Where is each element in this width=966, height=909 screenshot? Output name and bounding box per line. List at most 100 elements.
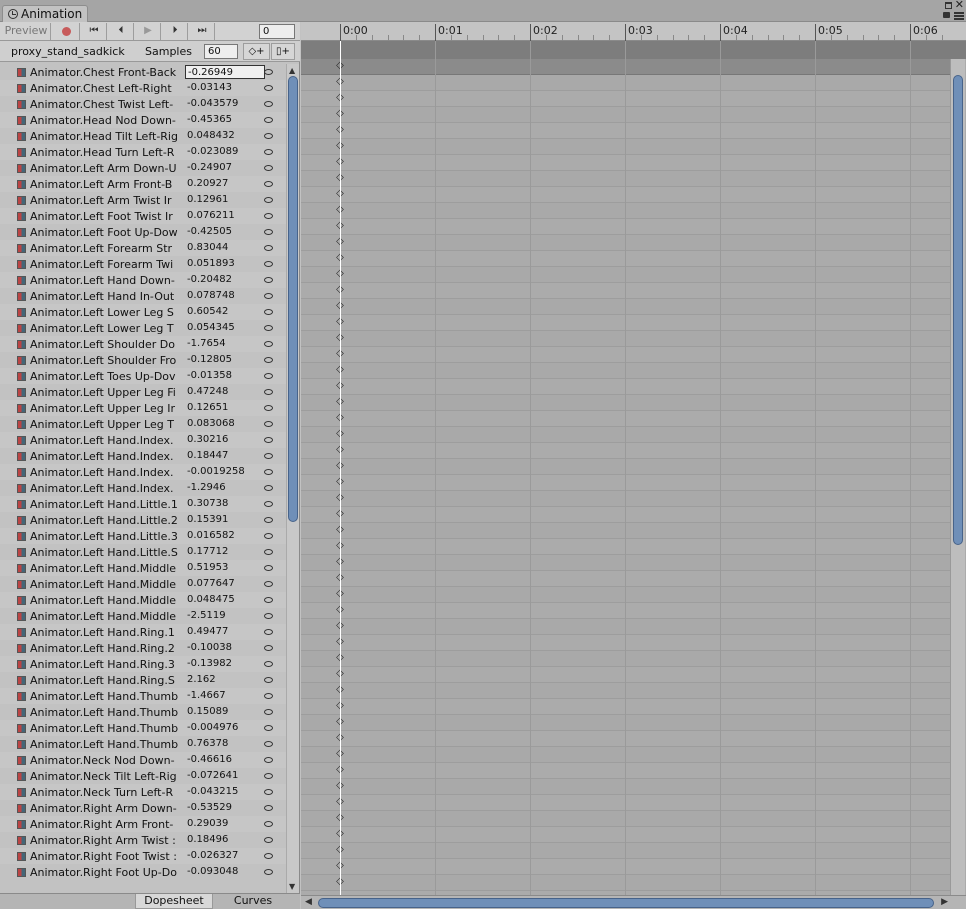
property-options-icon[interactable] bbox=[264, 645, 273, 651]
property-options-icon[interactable] bbox=[264, 469, 273, 475]
property-value-field[interactable]: -0.46616 bbox=[185, 753, 265, 767]
scrollbar-thumb[interactable] bbox=[953, 75, 963, 545]
property-row[interactable]: Animator.Left Foot Up-Dow -0.42505 bbox=[0, 224, 286, 240]
property-options-icon[interactable] bbox=[264, 613, 273, 619]
property-options-icon[interactable] bbox=[264, 261, 273, 267]
property-row[interactable]: Animator.Left Hand.Little.2 0.15391 bbox=[0, 512, 286, 528]
scrollbar-thumb[interactable] bbox=[288, 76, 298, 522]
property-row[interactable]: Animator.Left Hand.Ring.1 0.49477 bbox=[0, 624, 286, 640]
property-row[interactable]: Animator.Left Hand.Middle 0.048475 bbox=[0, 592, 286, 608]
property-row[interactable]: Animator.Left Shoulder Do -1.7654 bbox=[0, 336, 286, 352]
property-options-icon[interactable] bbox=[264, 213, 273, 219]
property-value-field[interactable]: 0.12961 bbox=[185, 193, 265, 207]
property-options-icon[interactable] bbox=[264, 421, 273, 427]
property-value-field[interactable]: 2.162 bbox=[185, 673, 265, 687]
property-value-field[interactable]: 0.18447 bbox=[185, 449, 265, 463]
property-row[interactable]: Animator.Left Upper Leg Fi 0.47248 bbox=[0, 384, 286, 400]
property-row[interactable]: Animator.Left Hand.Middle 0.51953 bbox=[0, 560, 286, 576]
property-options-icon[interactable] bbox=[264, 309, 273, 315]
property-value-field[interactable]: 0.15089 bbox=[185, 705, 265, 719]
property-options-icon[interactable] bbox=[264, 869, 273, 875]
property-options-icon[interactable] bbox=[264, 293, 273, 299]
property-value-field[interactable]: 0.078748 bbox=[185, 289, 265, 303]
property-value-field[interactable]: -0.13982 bbox=[185, 657, 265, 671]
property-row[interactable]: Animator.Left Arm Front-B 0.20927 bbox=[0, 176, 286, 192]
property-options-icon[interactable] bbox=[264, 149, 273, 155]
property-options-icon[interactable] bbox=[264, 629, 273, 635]
property-value-field[interactable]: -0.072641 bbox=[185, 769, 265, 783]
property-row[interactable]: Animator.Right Foot Up-Do -0.093048 bbox=[0, 864, 286, 880]
property-row[interactable]: Animator.Left Hand.Little.1 0.30738 bbox=[0, 496, 286, 512]
property-row[interactable]: Animator.Neck Tilt Left-Rig -0.072641 bbox=[0, 768, 286, 784]
property-options-icon[interactable] bbox=[264, 229, 273, 235]
property-value-field[interactable]: 0.083068 bbox=[185, 417, 265, 431]
property-value-field[interactable]: 0.83044 bbox=[185, 241, 265, 255]
frame-field[interactable]: 0 bbox=[259, 24, 295, 39]
property-value-field[interactable]: -0.03143 bbox=[185, 81, 265, 95]
property-row[interactable]: Animator.Left Hand.Thumb -0.004976 bbox=[0, 720, 286, 736]
time-ruler[interactable]: 0:00 0:01 0:02 0:03 0:04 0:05 0:06 bbox=[301, 22, 966, 41]
add-event-button[interactable]: ▯+ bbox=[271, 43, 295, 60]
property-row[interactable]: Animator.Left Hand.Little.3 0.016582 bbox=[0, 528, 286, 544]
property-row[interactable]: Animator.Left Hand.Middle -2.5119 bbox=[0, 608, 286, 624]
property-row[interactable]: Animator.Left Hand Down- -0.20482 bbox=[0, 272, 286, 288]
property-row[interactable]: Animator.Chest Left-Right -0.03143 bbox=[0, 80, 286, 96]
property-row[interactable]: Animator.Right Foot Twist : -0.026327 bbox=[0, 848, 286, 864]
property-options-icon[interactable] bbox=[264, 677, 273, 683]
property-options-icon[interactable] bbox=[264, 549, 273, 555]
property-options-icon[interactable] bbox=[264, 533, 273, 539]
property-row[interactable]: Animator.Left Hand In-Out 0.078748 bbox=[0, 288, 286, 304]
property-options-icon[interactable] bbox=[264, 757, 273, 763]
property-options-icon[interactable] bbox=[264, 245, 273, 251]
property-value-field[interactable]: 0.47248 bbox=[185, 385, 265, 399]
clip-selector[interactable]: proxy_stand_sadkick bbox=[11, 45, 125, 58]
property-options-icon[interactable] bbox=[264, 389, 273, 395]
property-options-icon[interactable] bbox=[264, 133, 273, 139]
property-options-icon[interactable] bbox=[264, 325, 273, 331]
property-row[interactable]: Animator.Left Hand.Ring.S 2.162 bbox=[0, 672, 286, 688]
property-options-icon[interactable] bbox=[264, 821, 273, 827]
property-row[interactable]: Animator.Left Upper Leg T 0.083068 bbox=[0, 416, 286, 432]
property-options-icon[interactable] bbox=[264, 357, 273, 363]
property-row[interactable]: Animator.Left Arm Down-U -0.24907 bbox=[0, 160, 286, 176]
property-options-icon[interactable] bbox=[264, 181, 273, 187]
property-options-icon[interactable] bbox=[264, 597, 273, 603]
property-options-icon[interactable] bbox=[264, 853, 273, 859]
property-value-field[interactable]: -0.0019258 bbox=[185, 465, 265, 479]
property-row[interactable]: Animator.Head Tilt Left-Rig 0.048432 bbox=[0, 128, 286, 144]
last-frame-button[interactable]: ⏭ bbox=[188, 23, 215, 40]
property-row[interactable]: Animator.Neck Turn Left-R -0.043215 bbox=[0, 784, 286, 800]
add-keyframe-button[interactable]: ◇+ bbox=[243, 43, 270, 60]
property-row[interactable]: Animator.Left Shoulder Fro -0.12805 bbox=[0, 352, 286, 368]
property-value-field[interactable]: 0.15391 bbox=[185, 513, 265, 527]
tab-animation[interactable]: Animation bbox=[2, 5, 88, 23]
property-options-icon[interactable] bbox=[264, 165, 273, 171]
property-value-field[interactable]: 0.30738 bbox=[185, 497, 265, 511]
property-options-icon[interactable] bbox=[264, 581, 273, 587]
property-options-icon[interactable] bbox=[264, 789, 273, 795]
property-value-field[interactable]: 0.051893 bbox=[185, 257, 265, 271]
property-row[interactable]: Animator.Left Hand.Thumb 0.76378 bbox=[0, 736, 286, 752]
scroll-left-icon[interactable]: ◀ bbox=[305, 897, 312, 907]
property-options-icon[interactable] bbox=[264, 405, 273, 411]
property-value-field[interactable]: -0.01358 bbox=[185, 369, 265, 383]
property-options-icon[interactable] bbox=[264, 117, 273, 123]
property-options-icon[interactable] bbox=[264, 373, 273, 379]
property-row[interactable]: Animator.Left Lower Leg T 0.054345 bbox=[0, 320, 286, 336]
property-value-field[interactable]: -0.004976 bbox=[185, 721, 265, 735]
property-value-field[interactable]: -0.093048 bbox=[185, 865, 265, 879]
record-button[interactable] bbox=[52, 23, 80, 40]
lock-icon[interactable] bbox=[943, 12, 950, 18]
property-row[interactable]: Animator.Chest Twist Left- -0.043579 bbox=[0, 96, 286, 112]
property-options-icon[interactable] bbox=[264, 453, 273, 459]
samples-field[interactable]: 60 bbox=[204, 44, 238, 59]
property-options-icon[interactable] bbox=[264, 69, 273, 75]
property-row[interactable]: Animator.Left Hand.Ring.3 -0.13982 bbox=[0, 656, 286, 672]
maximize-icon[interactable] bbox=[945, 2, 952, 9]
property-value-field[interactable]: -0.42505 bbox=[185, 225, 265, 239]
property-options-icon[interactable] bbox=[264, 485, 273, 491]
property-value-field[interactable]: 0.17712 bbox=[185, 545, 265, 559]
property-list-scrollbar[interactable]: ▲ ▼ bbox=[286, 64, 299, 893]
property-options-icon[interactable] bbox=[264, 709, 273, 715]
property-value-field[interactable]: -1.2946 bbox=[185, 481, 265, 495]
